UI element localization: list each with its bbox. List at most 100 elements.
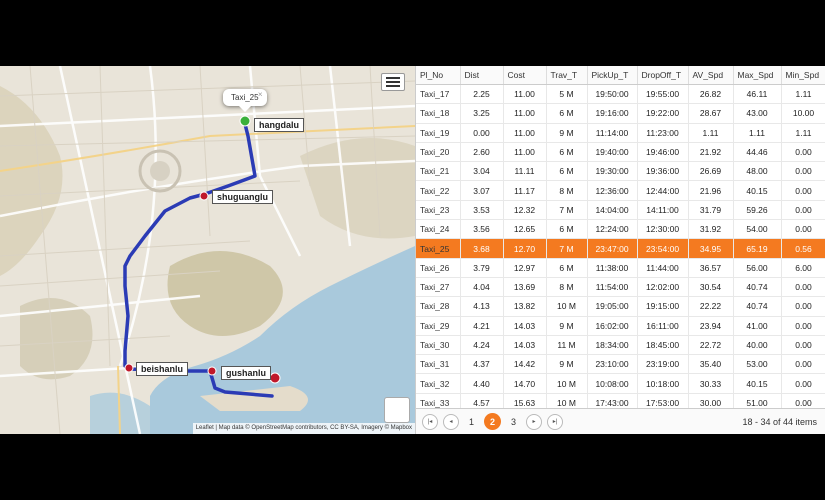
- column-header-dropoff-t[interactable]: DropOff_T: [637, 66, 689, 85]
- cell-pickup-t: 12:36:00: [587, 180, 638, 201]
- table-row[interactable]: Taxi_18 3.25 11.00 6 M 19:16:00 19:22:00 28.67…: [416, 103, 825, 124]
- map-panel[interactable]: Taxi_25 × hangdalu shuguanglu beishanlu …: [0, 66, 415, 434]
- table-row[interactable]: Taxi_28 4.13 13.82 10 M 19:05:00 19:15:00 22.2…: [416, 296, 825, 317]
- cell-max-spd: 59.26: [733, 200, 782, 221]
- cell-pl-no: Taxi_17: [416, 84, 461, 105]
- first-page-button[interactable]: |◂: [422, 413, 438, 430]
- cell-min-spd: 0.00: [781, 277, 825, 298]
- cell-pickup-t: 19:50:00: [587, 84, 638, 105]
- cell-pickup-t: 23:10:00: [587, 354, 638, 375]
- cell-av-spd: 35.40: [688, 354, 734, 375]
- cell-dist: 4.13: [460, 296, 504, 317]
- cell-max-spd: 40.00: [733, 335, 782, 356]
- cell-av-spd: 23.94: [688, 316, 734, 336]
- cell-av-spd: 22.22: [688, 296, 734, 317]
- column-header-trav-t[interactable]: Trav_T: [546, 66, 588, 85]
- table-row[interactable]: Taxi_17 2.25 11.00 5 M 19:50:00 19:55:00 26.82…: [416, 84, 825, 105]
- cell-cost: 11.00: [503, 142, 547, 163]
- marker-start[interactable]: [239, 115, 251, 127]
- marker-beishanlu[interactable]: [124, 363, 134, 373]
- marker-end[interactable]: [269, 372, 281, 384]
- cell-trav-t: 9 M: [546, 123, 588, 143]
- table-row[interactable]: Taxi_26 3.79 12.97 6 M 11:38:00 11:44:00 36.57…: [416, 258, 825, 278]
- page-button-3[interactable]: 3: [511, 417, 516, 427]
- cell-trav-t: 9 M: [546, 316, 588, 336]
- cell-max-spd: 56.00: [733, 258, 782, 278]
- table-row[interactable]: Taxi_24 3.56 12.65 6 M 12:24:00 12:30:00 31.92…: [416, 219, 825, 240]
- cell-pl-no: Taxi_18: [416, 103, 461, 124]
- pager: |◂ ◂ 1 2 3 ▸ ▸| 18 - 34 of 44 items: [416, 408, 825, 434]
- column-header-max-spd[interactable]: Max_Spd: [733, 66, 782, 85]
- page-button-1[interactable]: 1: [469, 417, 474, 427]
- cell-min-spd: 1.11: [781, 123, 825, 143]
- cell-cost: 13.82: [503, 296, 547, 317]
- table-row[interactable]: Taxi_25 3.68 12.70 7 M 23:47:00 23:54:00 34.95…: [416, 238, 825, 259]
- column-header-av-spd[interactable]: AV_Spd: [688, 66, 734, 85]
- popup-close-icon[interactable]: ×: [258, 90, 263, 99]
- pager-info: 18 - 34 of 44 items: [742, 416, 817, 427]
- last-page-button[interactable]: ▸|: [547, 413, 564, 430]
- cell-cost: 14.03: [503, 316, 547, 336]
- cell-cost: 14.70: [503, 373, 547, 394]
- cell-max-spd: 48.00: [733, 161, 782, 182]
- column-header-pl-no[interactable]: Pl_No: [416, 66, 461, 85]
- table-row[interactable]: Taxi_20 2.60 11.00 6 M 19:40:00 19:46:00 21.92…: [416, 142, 825, 163]
- cell-pl-no: Taxi_20: [416, 142, 461, 163]
- cell-pickup-t: 19:05:00: [587, 296, 638, 317]
- table-row[interactable]: Taxi_23 3.53 12.32 7 M 14:04:00 14:11:00 31.79…: [416, 200, 825, 221]
- taxi-table: Pl_No Dist Cost Trav_T PickUp_T DropOff_T AV_S…: [416, 66, 825, 414]
- cell-trav-t: 6 M: [546, 258, 588, 278]
- table-row[interactable]: Taxi_29 4.21 14.03 9 M 16:02:00 16:11:00 23.94…: [416, 316, 825, 336]
- cell-pl-no: Taxi_24: [416, 219, 461, 240]
- cell-dropoff-t: 19:55:00: [637, 84, 689, 105]
- table-row[interactable]: Taxi_31 4.37 14.42 9 M 23:10:00 23:19:00 35.40…: [416, 354, 825, 375]
- table-row[interactable]: Taxi_22 3.07 11.17 8 M 12:36:00 12:44:00 21.96…: [416, 180, 825, 201]
- cell-cost: 14.42: [503, 354, 547, 375]
- cell-trav-t: 11 M: [546, 335, 588, 356]
- table-row[interactable]: Taxi_21 3.04 11.11 6 M 19:30:00 19:36:00 26.69…: [416, 161, 825, 182]
- column-header-dist[interactable]: Dist: [460, 66, 504, 85]
- cell-trav-t: 6 M: [546, 219, 588, 240]
- cell-av-spd: 1.11: [688, 123, 734, 143]
- map-base: [0, 66, 415, 434]
- table-row[interactable]: Taxi_19 0.00 11.00 9 M 11:14:00 11:23:00 1.11 1…: [416, 123, 825, 143]
- cell-av-spd: 31.92: [688, 219, 734, 240]
- cell-pickup-t: 14:04:00: [587, 200, 638, 221]
- cell-max-spd: 46.11: [733, 84, 782, 105]
- cell-dropoff-t: 12:02:00: [637, 277, 689, 298]
- marker-shuguanglu[interactable]: [199, 191, 209, 201]
- column-header-cost[interactable]: Cost: [503, 66, 547, 85]
- cell-pl-no: Taxi_21: [416, 161, 461, 182]
- prev-page-button[interactable]: ◂: [443, 413, 459, 430]
- table-row[interactable]: Taxi_30 4.24 14.03 11 M 18:34:00 18:45:00 22.7…: [416, 335, 825, 356]
- cell-dropoff-t: 12:30:00: [637, 219, 689, 240]
- marker-gushanlu[interactable]: [207, 366, 217, 376]
- cell-dist: 4.24: [460, 335, 504, 356]
- next-page-button[interactable]: ▸: [526, 413, 543, 430]
- table-row[interactable]: Taxi_27 4.04 13.69 8 M 11:54:00 12:02:00 30.54…: [416, 277, 825, 298]
- cell-pl-no: Taxi_31: [416, 354, 461, 375]
- cell-dropoff-t: 19:15:00: [637, 296, 689, 317]
- cell-max-spd: 40.74: [733, 296, 782, 317]
- table-row[interactable]: Taxi_32 4.40 14.70 10 M 10:08:00 10:18:00 30.3…: [416, 373, 825, 394]
- cell-av-spd: 21.96: [688, 180, 734, 201]
- cell-min-spd: 1.11: [781, 84, 825, 105]
- cell-av-spd: 26.69: [688, 161, 734, 182]
- cell-cost: 11.11: [503, 161, 547, 182]
- cell-dist: 4.37: [460, 354, 504, 375]
- cell-min-spd: 0.00: [781, 180, 825, 201]
- cell-dist: 0.00: [460, 123, 504, 143]
- cell-dropoff-t: 11:23:00: [637, 123, 689, 143]
- cell-cost: 12.97: [503, 258, 547, 278]
- taxi-grid: Pl_No Dist Cost Trav_T PickUp_T DropOff_T AV_S…: [415, 66, 825, 434]
- layers-icon[interactable]: [384, 397, 410, 423]
- cell-dropoff-t: 23:19:00: [637, 354, 689, 375]
- cell-trav-t: 6 M: [546, 161, 588, 182]
- cell-max-spd: 44.46: [733, 142, 782, 163]
- page-button-2[interactable]: 2: [484, 413, 502, 430]
- cell-dist: 3.56: [460, 219, 504, 240]
- column-header-min-spd[interactable]: Min_Spd: [781, 66, 825, 85]
- menu-icon[interactable]: [381, 73, 405, 91]
- cell-max-spd: 40.15: [733, 373, 782, 394]
- column-header-pickup-t[interactable]: PickUp_T: [587, 66, 638, 85]
